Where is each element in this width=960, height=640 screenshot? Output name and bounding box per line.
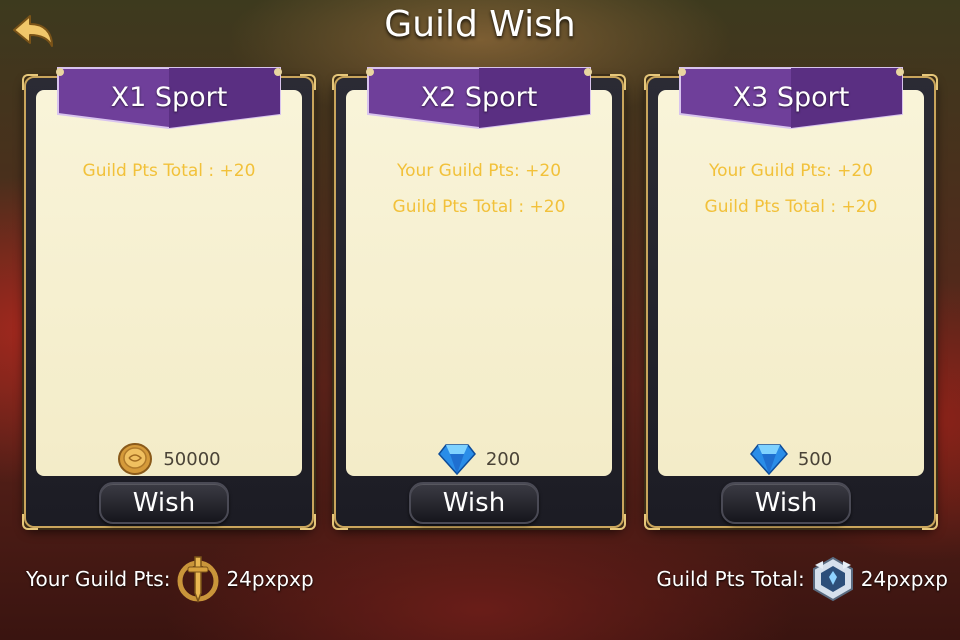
cost-value: 50000 — [163, 448, 221, 470]
cost-row: 200 — [346, 442, 612, 476]
cost-value: 200 — [485, 448, 521, 470]
card-panel — [36, 90, 302, 476]
wish-card-x1: X1 Sport Guild Pts Total : +20 50000 Wis… — [22, 67, 316, 530]
wish-button[interactable]: Wish — [99, 482, 229, 524]
guild-pts-total-value: 24pxpxp — [860, 567, 948, 591]
guild-pts-total-line: Guild Pts Total : +20 — [392, 197, 566, 217]
your-guild-pts: Your Guild Pts: 24pxpxp — [26, 553, 314, 605]
wish-card-x3: X3 Sport Your Guild Pts: +20 Guild Pts T… — [644, 67, 938, 530]
diamond-icon — [749, 444, 788, 475]
your-guild-pts-line: Your Guild Pts: +20 — [708, 161, 874, 181]
card-title: X3 Sport — [732, 82, 850, 113]
diamond-icon — [437, 444, 476, 475]
guild-pts-total-line: Guild Pts Total : +20 — [82, 161, 256, 181]
card-title: X1 Sport — [110, 82, 228, 113]
page-title: Guild Wish — [384, 4, 576, 45]
your-guild-pts-value: 24pxpxp — [226, 567, 314, 591]
cost-row: 50000 — [36, 442, 302, 476]
sword-emblem-icon — [177, 556, 219, 604]
your-guild-pts-line: Your Guild Pts: +20 — [396, 161, 562, 181]
card-title: X2 Sport — [420, 82, 538, 113]
cost-value: 500 — [797, 448, 833, 470]
gold-coin-icon — [118, 443, 153, 475]
guild-pts-total-line: Guild Pts Total : +20 — [704, 197, 878, 217]
card-panel — [658, 90, 924, 476]
guild-pts-total-label: Guild Pts Total: — [656, 567, 805, 591]
your-guild-pts-label: Your Guild Pts: — [26, 567, 171, 591]
guild-crest-icon — [812, 556, 853, 602]
wish-button[interactable]: Wish — [409, 482, 539, 524]
cost-row: 500 — [658, 442, 924, 476]
wish-button[interactable]: Wish — [721, 482, 851, 524]
guild-pts-total: Guild Pts Total: 24pxpxp — [656, 553, 948, 605]
card-panel — [346, 90, 612, 476]
wish-card-x2: X2 Sport Your Guild Pts: +20 Guild Pts T… — [332, 67, 626, 530]
